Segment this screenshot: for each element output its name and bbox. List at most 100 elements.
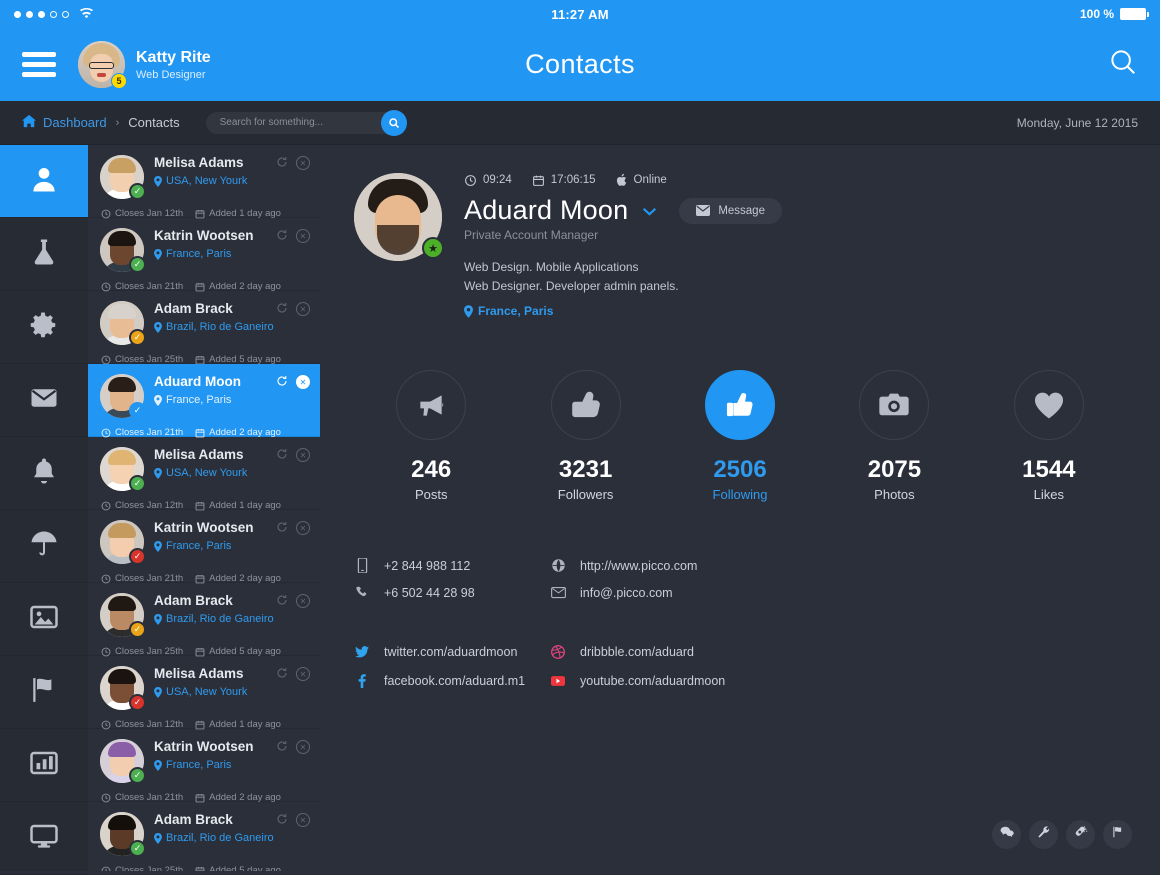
search-box[interactable] <box>205 109 407 136</box>
profile-clock: 09:24 <box>464 174 512 187</box>
contact-list-item[interactable]: ✕ ✓ Katrin Wootsen France, Paris Closes Jan … <box>88 218 320 292</box>
breadcrumb-bar: Dashboard › Contacts Monday, June 12 201… <box>0 101 1160 145</box>
social-facebook[interactable]: facebook.com/aduard.m1 <box>354 671 550 691</box>
message-button[interactable]: Message <box>679 197 782 224</box>
contact-location: France, Paris <box>154 759 254 771</box>
contact-location-text: USA, New Yourk <box>166 467 248 480</box>
contact-list-item[interactable]: ✕ ✓ Melisa Adams USA, New Yourk Closes Jan 1… <box>88 437 320 511</box>
stat-label: Following <box>712 487 768 503</box>
stat-photos[interactable]: 2075 Photos <box>817 370 971 502</box>
contact-info-column-web: http://www.picco.com info@.picco.com <box>550 552 850 606</box>
sidebar-item-notifications[interactable] <box>0 437 88 510</box>
contact-list-item[interactable]: ✕ ✓ Aduard Moon France, Paris Closes Jan 21t… <box>88 364 320 438</box>
contact-list[interactable]: ✕ ✓ Melisa Adams USA, New Yourk Closes Jan 1… <box>88 145 320 871</box>
avatar: ✓ <box>100 520 146 565</box>
sidebar-item-devices[interactable] <box>0 802 88 875</box>
profile-meta: 09:24 17:06:15 Online <box>464 173 782 187</box>
contact-location: France, Paris <box>154 394 241 406</box>
sidebar-item-settings[interactable] <box>0 291 88 364</box>
floating-action-buttons <box>992 820 1132 849</box>
camera-icon[interactable] <box>859 370 930 441</box>
contact-list-item[interactable]: ✕ ✓ Adam Brack Brazil, Rio de Ganeiro Closes… <box>88 802 320 871</box>
close-circle-icon[interactable]: ✕ <box>296 667 310 681</box>
stat-likes[interactable]: 1544 Likes <box>972 370 1126 502</box>
stat-followers[interactable]: 3231 Followers <box>508 370 662 502</box>
sidebar-item-insurance[interactable] <box>0 510 88 583</box>
flag-button[interactable] <box>1103 820 1132 849</box>
close-circle-icon[interactable]: ✕ <box>296 594 310 608</box>
social-dribbble[interactable]: dribbble.com/aduard <box>550 642 850 662</box>
social-twitter[interactable]: twitter.com/aduardmoon <box>354 642 550 662</box>
sidebar-item-lab[interactable] <box>0 218 88 291</box>
sidebar-item-contacts[interactable] <box>0 145 88 218</box>
close-circle-icon[interactable]: ✕ <box>296 813 310 827</box>
profile-stats: 246 Posts 3231 Followers 2506 Following 2075 Ph… <box>354 370 1126 502</box>
contact-list-item[interactable]: ✕ ✓ Katrin Wootsen France, Paris Closes Jan … <box>88 729 320 803</box>
hamburger-icon[interactable] <box>22 47 56 82</box>
close-circle-icon[interactable]: ✕ <box>296 448 310 462</box>
contact-location: Brazil, Rio de Ganeiro <box>154 613 274 625</box>
youtube-icon <box>550 674 566 688</box>
refresh-icon[interactable] <box>276 594 288 609</box>
refresh-icon[interactable] <box>276 375 288 390</box>
close-circle-icon[interactable]: ✕ <box>296 229 310 243</box>
breadcrumb-dashboard[interactable]: Dashboard <box>43 115 107 130</box>
refresh-icon[interactable] <box>276 302 288 317</box>
close-circle-icon[interactable]: ✕ <box>296 521 310 535</box>
chat-button[interactable] <box>992 820 1021 849</box>
contact-list-item[interactable]: ✕ ✓ Adam Brack Brazil, Rio de Ganeiro Closes… <box>88 291 320 365</box>
close-circle-icon[interactable]: ✕ <box>296 302 310 316</box>
refresh-icon[interactable] <box>276 229 288 244</box>
contact-list-item[interactable]: ✕ ✓ Melisa Adams USA, New Yourk Closes Jan 1… <box>88 145 320 219</box>
row-actions: ✕ <box>276 667 310 682</box>
refresh-icon[interactable] <box>276 448 288 463</box>
social-youtube[interactable]: youtube.com/aduardmoon <box>550 671 850 691</box>
refresh-icon[interactable] <box>276 740 288 755</box>
thumbs-up-icon[interactable] <box>705 370 776 441</box>
sidebar-item-flags[interactable] <box>0 656 88 729</box>
contact-name: Adam Brack <box>154 301 233 316</box>
refresh-icon[interactable] <box>276 156 288 171</box>
sidebar-item-reports[interactable] <box>0 729 88 802</box>
sidebar-item-mail[interactable] <box>0 364 88 437</box>
chevron-down-icon[interactable] <box>642 203 657 219</box>
contact-website-value[interactable]: http://www.picco.com <box>580 559 697 573</box>
contact-name: Katrin Wootsen <box>154 228 254 243</box>
refresh-icon[interactable] <box>276 813 288 828</box>
current-user[interactable]: 5 Katty Rite Web Designer <box>78 41 211 89</box>
user-icon <box>29 164 59 199</box>
contact-website: http://www.picco.com <box>550 552 850 579</box>
bar-chart-icon <box>29 748 59 783</box>
close-circle-icon[interactable]: ✕ <box>296 375 310 389</box>
heart-icon[interactable] <box>1013 370 1084 441</box>
profile-status-text: Online <box>633 174 667 186</box>
contact-email-value[interactable]: info@.picco.com <box>580 586 673 600</box>
stat-posts[interactable]: 246 Posts <box>354 370 508 502</box>
contact-name: Adam Brack <box>154 593 233 608</box>
close-circle-icon[interactable]: ✕ <box>296 740 310 754</box>
close-circle-icon[interactable]: ✕ <box>296 156 310 170</box>
refresh-icon[interactable] <box>276 521 288 536</box>
status-badge: ✓ <box>129 694 146 711</box>
contact-added: Added 5 day ago <box>195 865 281 871</box>
sidebar-item-gallery[interactable] <box>0 583 88 656</box>
contact-list-item[interactable]: ✕ ✓ Adam Brack Brazil, Rio de Ganeiro Closes… <box>88 583 320 657</box>
contact-list-item[interactable]: ✕ ✓ Katrin Wootsen France, Paris Closes Jan … <box>88 510 320 584</box>
envelope-icon <box>29 383 59 418</box>
megaphone-icon[interactable] <box>396 370 467 441</box>
thumbs-up-outline-icon[interactable] <box>550 370 621 441</box>
row-actions: ✕ <box>276 229 310 244</box>
tools-button[interactable] <box>1029 820 1058 849</box>
bug-icon <box>1074 825 1088 844</box>
status-bar: 11:27 AM 100 % <box>0 0 1160 28</box>
contact-name: Katrin Wootsen <box>154 520 254 535</box>
current-date: Monday, June 12 2015 <box>1016 115 1138 130</box>
search-icon[interactable] <box>1108 47 1138 82</box>
search-submit-button[interactable] <box>380 109 407 136</box>
bug-button[interactable] <box>1066 820 1095 849</box>
contact-list-item[interactable]: ✕ ✓ Melisa Adams USA, New Yourk Closes Jan 1… <box>88 656 320 730</box>
refresh-icon[interactable] <box>276 667 288 682</box>
home-icon[interactable] <box>22 114 36 131</box>
stat-following[interactable]: 2506 Following <box>663 370 817 502</box>
search-input[interactable] <box>205 111 401 134</box>
